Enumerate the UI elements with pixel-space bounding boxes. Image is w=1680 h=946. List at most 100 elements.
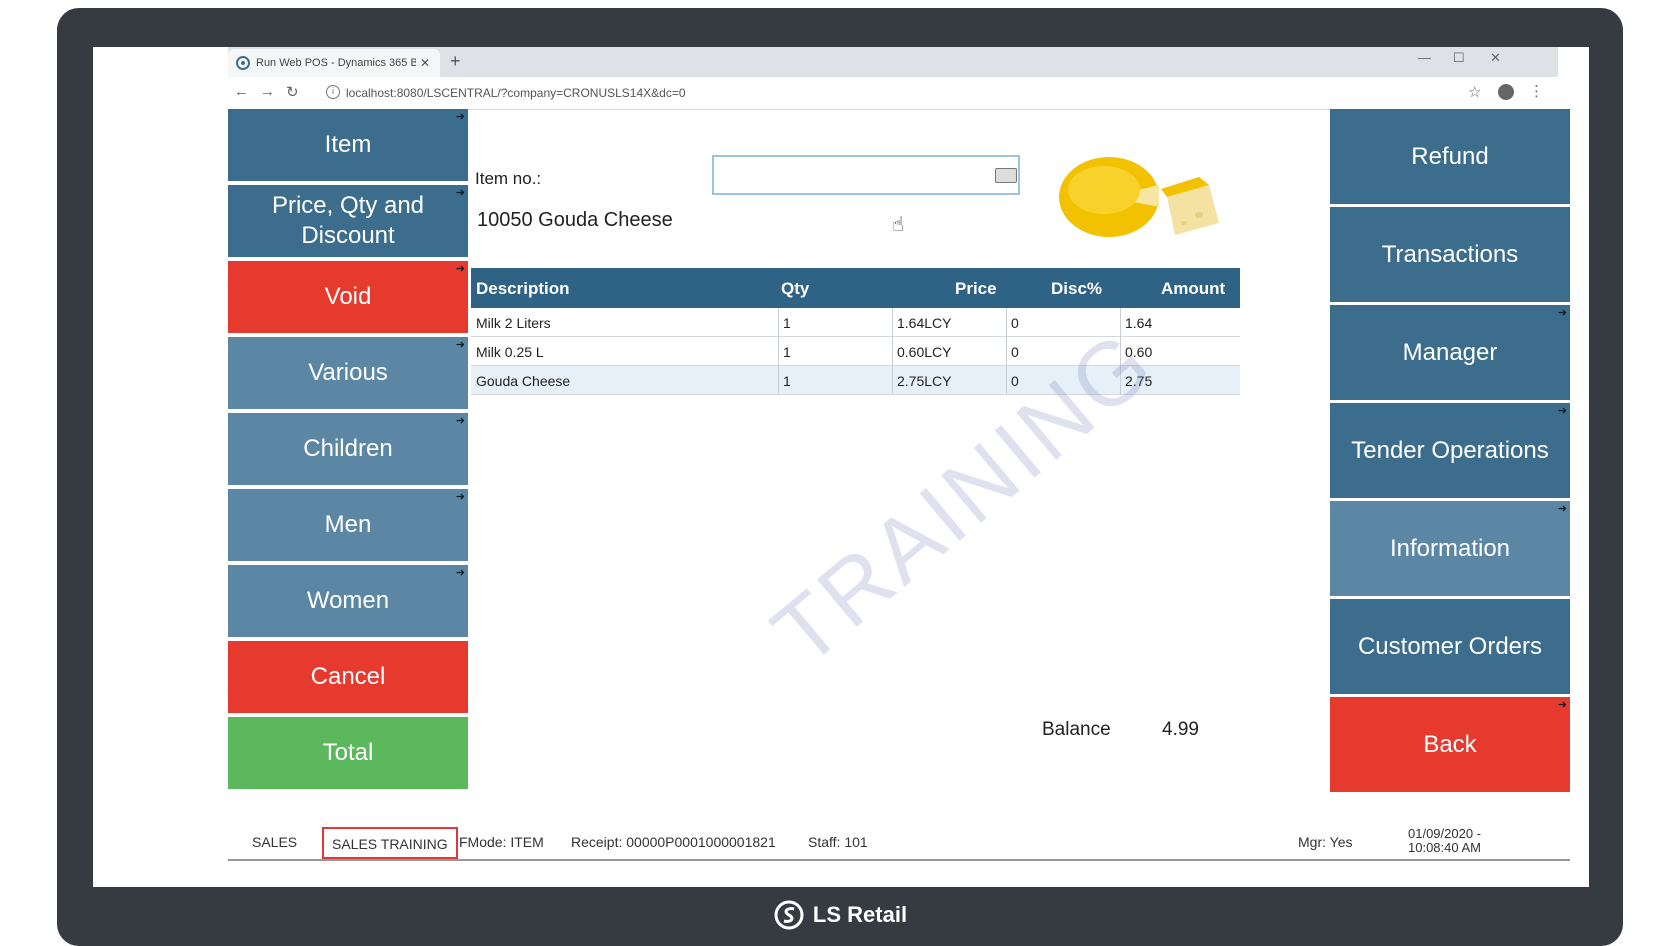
button-label: Manager <box>1402 338 1498 366</box>
profile-icon[interactable] <box>1498 84 1514 100</box>
ls-retail-logo-icon <box>774 900 804 930</box>
browser-tab[interactable]: Run Web POS - Dynamics 365 B ✕ <box>228 49 440 77</box>
cell-amount: 1.64 <box>1125 315 1153 331</box>
header-description: Description <box>476 279 570 298</box>
address-bar: ← → ↻ i localhost:8080/LSCENTRAL/?compan… <box>228 77 1558 110</box>
column-divider <box>778 308 779 394</box>
cell-disc: 0 <box>1011 344 1019 360</box>
button-label: Men <box>324 511 372 538</box>
forward-nav-icon[interactable]: → <box>260 83 275 100</box>
url-field[interactable]: localhost:8080/LSCENTRAL/?company=CRONUS… <box>346 86 686 100</box>
button-label: Women <box>306 587 390 614</box>
new-tab-icon[interactable]: + <box>450 51 461 72</box>
hand-cursor-icon: ☝ <box>892 212 905 236</box>
cell-price: 1.64LCY <box>897 315 952 331</box>
transactions-button[interactable]: Transactions <box>1330 207 1570 302</box>
grid-header: Description Qty Price Disc% Amount <box>471 268 1240 308</box>
status-sales: SALES <box>252 834 298 850</box>
button-label: Various <box>308 359 388 386</box>
submenu-arrow-icon: ➜ <box>1557 503 1567 515</box>
item-no-label: Item no.: <box>475 169 542 188</box>
bookmark-star-icon[interactable]: ☆ <box>1468 83 1481 101</box>
brand-name: LS Retail <box>812 902 908 927</box>
information-button[interactable]: Information ➜ <box>1330 501 1570 596</box>
pos-screen: Run Web POS - Dynamics 365 B ✕ + — ☐ ✕ ←… <box>93 47 1589 887</box>
button-label: Item <box>324 131 372 158</box>
button-label: Price, Qty and Discount <box>271 192 425 249</box>
column-divider <box>892 308 893 394</box>
void-button[interactable]: Void ➜ <box>228 261 468 333</box>
status-datetime: 01/09/2020 - 10:08:40 AM <box>1408 826 1482 855</box>
browser-menu-icon[interactable]: ⋮ <box>1529 82 1544 100</box>
button-label: Tender Operations <box>1351 436 1549 464</box>
button-label: Transactions <box>1381 240 1519 268</box>
brand-footer: LS Retail <box>0 893 1680 937</box>
tender-operations-button[interactable]: Tender Operations ➜ <box>1330 403 1570 498</box>
back-button[interactable]: Back ➜ <box>1330 697 1570 792</box>
button-label: Back <box>1423 730 1477 758</box>
cell-price: 0.60LCY <box>897 344 952 360</box>
button-label: Information <box>1389 534 1511 562</box>
status-staff: Staff: 101 <box>808 834 868 850</box>
window-close-icon[interactable]: ✕ <box>1490 50 1501 66</box>
women-button[interactable]: Women ➜ <box>228 565 468 637</box>
submenu-arrow-icon: ➜ <box>455 187 465 199</box>
manager-button[interactable]: Manager ➜ <box>1330 305 1570 400</box>
balance-label: Balance <box>1042 719 1111 740</box>
header-amount: Amount <box>1161 279 1226 298</box>
submenu-arrow-icon: ➜ <box>455 111 465 123</box>
header-disc: Disc% <box>1051 279 1103 298</box>
button-label: Customer Orders <box>1357 632 1543 660</box>
status-mgr: Mgr: Yes <box>1298 834 1353 850</box>
status-fmode: FMode: ITEM <box>459 834 544 850</box>
price-qty-discount-button[interactable]: Price, Qty and Discount ➜ <box>228 185 468 257</box>
submenu-arrow-icon: ➜ <box>1557 307 1567 319</box>
button-label: Total <box>322 739 374 766</box>
header-qty: Qty <box>781 279 810 298</box>
cell-qty: 1 <box>783 373 791 389</box>
refund-button[interactable]: Refund <box>1330 109 1570 204</box>
men-button[interactable]: Men ➜ <box>228 489 468 561</box>
browser-tabbar: Run Web POS - Dynamics 365 B ✕ + — ☐ ✕ <box>228 47 1558 77</box>
item-no-input[interactable] <box>712 155 1020 195</box>
column-divider <box>1006 308 1007 394</box>
cell-qty: 1 <box>783 344 791 360</box>
back-nav-icon[interactable]: ← <box>234 83 249 100</box>
cell-qty: 1 <box>783 315 791 331</box>
site-info-icon[interactable]: i <box>326 85 340 99</box>
button-label: Void <box>324 283 372 310</box>
status-receipt: Receipt: 00000P0001000001821 <box>571 834 776 850</box>
cheese-image <box>1059 157 1219 237</box>
cell-disc: 0 <box>1011 315 1019 331</box>
various-button[interactable]: Various ➜ <box>228 337 468 409</box>
total-button[interactable]: Total <box>228 717 468 789</box>
maximize-icon[interactable]: ☐ <box>1453 50 1465 66</box>
item-description: 10050 Gouda Cheese <box>477 209 673 231</box>
cancel-button[interactable]: Cancel <box>228 641 468 713</box>
customer-orders-button[interactable]: Customer Orders <box>1330 599 1570 694</box>
minimize-icon[interactable]: — <box>1418 50 1431 65</box>
status-bar: SALES SALES TRAINING FMode: ITEM Receipt… <box>228 827 1570 861</box>
tab-close-icon[interactable]: ✕ <box>420 56 430 70</box>
header-price: Price <box>955 279 997 298</box>
favicon-icon <box>236 56 250 70</box>
button-label: Cancel <box>310 663 386 690</box>
cell-price: 2.75LCY <box>897 373 952 389</box>
cell-description: Gouda Cheese <box>476 373 571 389</box>
button-label: Children <box>303 435 393 462</box>
submenu-arrow-icon: ➜ <box>455 339 465 351</box>
item-button[interactable]: Item ➜ <box>228 109 468 181</box>
status-sales-training: SALES TRAINING <box>322 827 458 859</box>
button-label: Refund <box>1411 142 1489 170</box>
balance-value: 4.99 <box>1162 719 1199 740</box>
submenu-arrow-icon: ➜ <box>1557 699 1567 711</box>
submenu-arrow-icon: ➜ <box>455 415 465 427</box>
cell-description: Milk 0.25 L <box>476 344 544 360</box>
submenu-arrow-icon: ➜ <box>455 263 465 275</box>
submenu-arrow-icon: ➜ <box>1557 405 1567 417</box>
children-button[interactable]: Children ➜ <box>228 413 468 485</box>
submenu-arrow-icon: ➜ <box>455 491 465 503</box>
reload-icon[interactable]: ↻ <box>286 83 299 101</box>
keyboard-icon[interactable] <box>995 168 1017 183</box>
cell-description: Milk 2 Liters <box>476 315 551 331</box>
